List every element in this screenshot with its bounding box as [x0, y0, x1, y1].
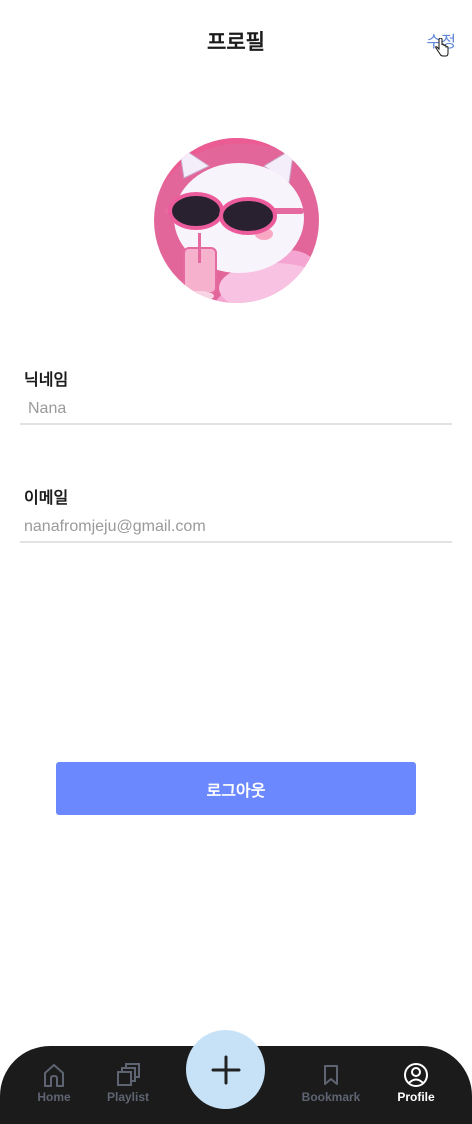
hand-pointer-icon: [435, 38, 449, 57]
tab-playlist[interactable]: Playlist: [88, 1062, 168, 1104]
playlist-icon: [117, 1063, 140, 1086]
tab-playlist-label: Playlist: [106, 1090, 150, 1104]
home-icon: [44, 1064, 64, 1087]
tab-profile-label: Profile: [397, 1090, 435, 1104]
tab-bookmark[interactable]: Bookmark: [291, 1062, 371, 1104]
email-value: nanafromjeju@gmail.com: [24, 518, 206, 535]
nickname-label: 닉네임: [24, 370, 69, 389]
tab-home-label: Home: [37, 1090, 71, 1104]
tab-profile[interactable]: Profile: [376, 1062, 456, 1104]
logout-button[interactable]: 로그아웃: [56, 762, 416, 815]
profile-avatar: [154, 138, 319, 303]
profile-icon: [404, 1063, 428, 1087]
nickname-value: Nana: [28, 400, 67, 417]
email-label: 이메일: [24, 488, 69, 507]
bookmark-icon: [324, 1065, 338, 1085]
header: 프로필 수정: [0, 0, 472, 80]
page-title: 프로필: [207, 30, 265, 54]
tab-home[interactable]: Home: [14, 1062, 94, 1104]
plus-icon: [211, 1055, 240, 1084]
add-button[interactable]: [186, 1030, 265, 1109]
email-field: 이메일 nanafromjeju@gmail.com: [20, 484, 452, 543]
nickname-field: 닉네임 Nana: [20, 366, 452, 425]
email-divider: [20, 541, 452, 543]
nickname-divider: [20, 423, 452, 425]
tab-bookmark-label: Bookmark: [301, 1090, 361, 1104]
